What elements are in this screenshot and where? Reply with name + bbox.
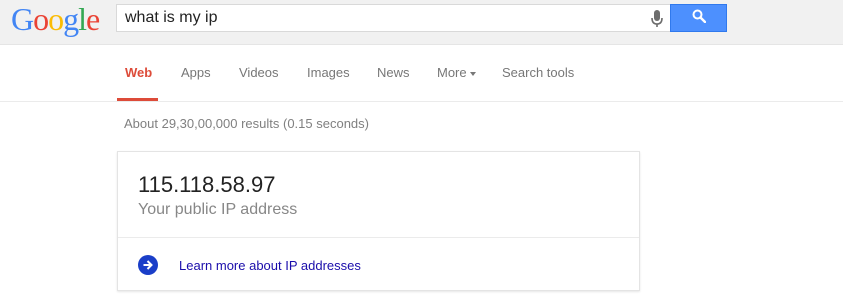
logo-letter: G bbox=[11, 1, 34, 37]
tab-search-tools[interactable]: Search tools bbox=[502, 65, 574, 80]
tab-apps[interactable]: Apps bbox=[181, 65, 211, 80]
tab-images[interactable]: Images bbox=[307, 65, 350, 80]
header-bar: Google bbox=[0, 0, 843, 45]
search-tabs: Web Apps Videos Images News More Search … bbox=[0, 45, 843, 102]
logo-letter: o bbox=[33, 1, 49, 37]
tab-videos[interactable]: Videos bbox=[239, 65, 279, 80]
arrow-right-circle-icon bbox=[138, 255, 158, 275]
learn-more-link[interactable]: Learn more about IP addresses bbox=[179, 258, 361, 273]
search-button[interactable] bbox=[670, 4, 727, 32]
ip-answer-card: 115.118.58.97 Your public IP address Lea… bbox=[117, 151, 640, 291]
tab-more[interactable]: More bbox=[437, 65, 476, 80]
tab-more-label: More bbox=[437, 65, 467, 80]
search-icon bbox=[692, 9, 706, 28]
search-input[interactable] bbox=[125, 5, 645, 31]
logo-letter: l bbox=[78, 1, 87, 37]
result-stats: About 29,30,00,000 results (0.15 seconds… bbox=[124, 116, 369, 131]
google-logo[interactable]: Google bbox=[11, 1, 100, 37]
ip-address-label: Your public IP address bbox=[138, 201, 298, 218]
caret-down-icon bbox=[469, 71, 476, 76]
microphone-icon[interactable] bbox=[650, 9, 664, 29]
logo-letter: o bbox=[48, 1, 64, 37]
active-tab-indicator bbox=[117, 98, 158, 101]
ip-address-value: 115.118.58.97 bbox=[138, 172, 276, 197]
learn-more-row[interactable]: Learn more about IP addresses bbox=[138, 254, 361, 276]
logo-letter: e bbox=[86, 1, 100, 37]
logo-letter: g bbox=[63, 1, 79, 37]
card-divider bbox=[118, 237, 639, 238]
search-box bbox=[116, 4, 670, 32]
tab-web[interactable]: Web bbox=[125, 65, 152, 80]
tab-news[interactable]: News bbox=[377, 65, 410, 80]
